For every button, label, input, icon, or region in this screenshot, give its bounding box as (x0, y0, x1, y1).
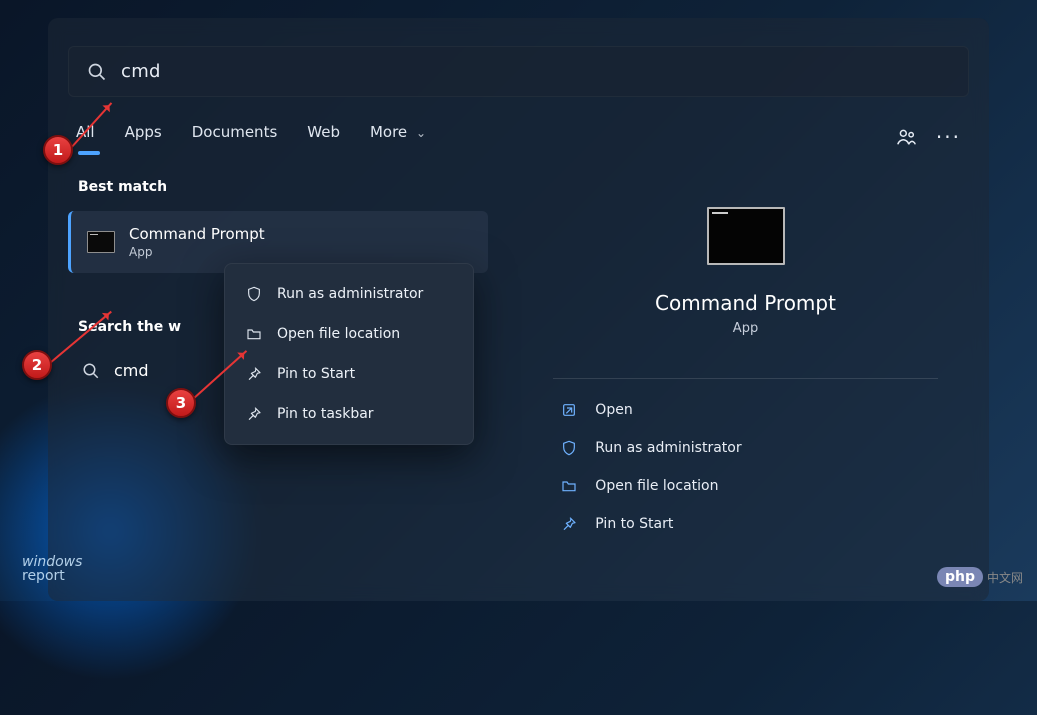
menu-open-file-location[interactable]: Open file location (231, 314, 467, 354)
tab-documents[interactable]: Documents (192, 123, 278, 151)
preview-actions: Open Run as administrator Open file loca… (553, 391, 937, 543)
best-match-label: Best match (78, 179, 488, 195)
preview-title: Command Prompt (655, 291, 836, 315)
watermark-windows-report: windows report (22, 555, 82, 583)
context-menu: Run as administrator Open file location … (224, 263, 474, 445)
results-column: Best match Command Prompt App Search the… (68, 179, 488, 543)
action-label: Run as administrator (595, 440, 741, 456)
search-web-text: cmd (114, 361, 149, 380)
tab-apps[interactable]: Apps (125, 123, 162, 151)
action-label: Open file location (595, 478, 718, 494)
annotation-badge-3: 3 (166, 388, 196, 418)
folder-icon (559, 478, 579, 494)
preview-column: Command Prompt App Open Run as administr… (522, 179, 969, 543)
menu-run-as-administrator[interactable]: Run as administrator (231, 274, 467, 314)
menu-label: Run as administrator (277, 286, 423, 302)
more-options-icon[interactable]: ··· (936, 125, 961, 149)
tab-more-label: More (370, 123, 407, 141)
tab-documents-label: Documents (192, 123, 278, 141)
action-pin-to-start[interactable]: Pin to Start (553, 505, 937, 543)
action-label: Pin to Start (595, 516, 673, 532)
search-icon (82, 362, 100, 380)
tab-apps-label: Apps (125, 123, 162, 141)
tabs-row: All Apps Documents Web More ⌄ ··· (68, 123, 969, 151)
search-icon (87, 62, 107, 82)
menu-label: Pin to Start (277, 366, 355, 382)
pin-icon (245, 406, 263, 422)
cmd-icon (87, 231, 115, 253)
divider (553, 378, 937, 379)
action-label: Open (595, 402, 632, 418)
preview-subtitle: App (733, 321, 758, 336)
preview-app-icon (707, 207, 785, 265)
watermark-php: php 中文网 (937, 567, 1023, 587)
pin-icon (559, 516, 579, 532)
annotation-badge-2: 2 (22, 350, 52, 380)
action-run-as-administrator[interactable]: Run as administrator (553, 429, 937, 467)
menu-pin-to-start[interactable]: Pin to Start (231, 354, 467, 394)
result-title: Command Prompt (129, 225, 265, 243)
tab-more[interactable]: More ⌄ (370, 123, 426, 151)
menu-pin-to-taskbar[interactable]: Pin to taskbar (231, 394, 467, 434)
shield-icon (559, 440, 579, 456)
action-open-file-location[interactable]: Open file location (553, 467, 937, 505)
annotation-badge-1: 1 (43, 135, 73, 165)
result-subtitle: App (129, 245, 265, 259)
tab-web[interactable]: Web (307, 123, 340, 151)
search-input[interactable]: cmd (68, 46, 969, 97)
action-open[interactable]: Open (553, 391, 937, 429)
pin-icon (245, 366, 263, 382)
chevron-down-icon: ⌄ (416, 126, 426, 140)
menu-label: Pin to taskbar (277, 406, 374, 422)
menu-label: Open file location (277, 326, 400, 342)
tab-web-label: Web (307, 123, 340, 141)
start-search-panel: cmd All Apps Documents Web More ⌄ ··· Be… (48, 18, 989, 601)
search-query-text: cmd (121, 61, 161, 82)
accounts-icon[interactable] (896, 126, 918, 148)
open-icon (559, 402, 579, 418)
folder-icon (245, 326, 263, 342)
shield-icon (245, 286, 263, 302)
